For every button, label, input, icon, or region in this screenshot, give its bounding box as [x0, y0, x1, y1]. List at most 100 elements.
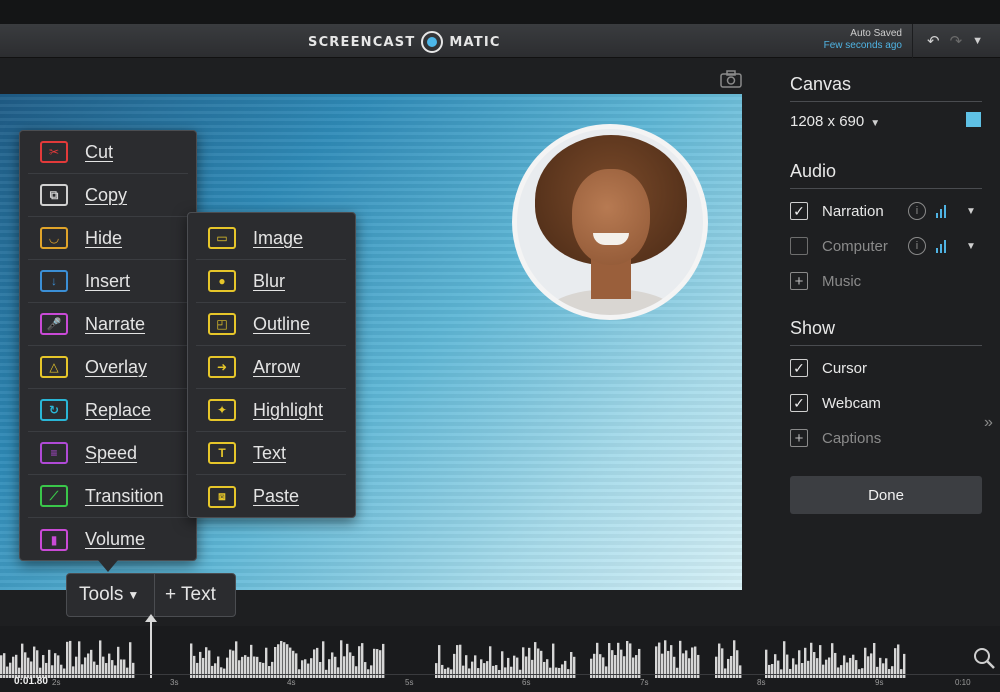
menu-item-label: Highlight: [253, 399, 324, 420]
saved-time-label: Few seconds ago: [823, 40, 902, 51]
webcam-overlay[interactable]: [512, 124, 708, 320]
ruler-tick-label: 5s: [405, 678, 414, 687]
tools-menu: ✂ Cut ⧉ Copy ◡ Hide ↓ Insert 🎤 Narrate △ Overlay ↻ Re…: [19, 130, 197, 561]
menu-item-highlight[interactable]: ✦ Highlight: [196, 389, 346, 432]
menu-item-text[interactable]: T Text: [196, 432, 346, 475]
menu-item-label: Volume: [85, 529, 146, 549]
menu-item-image[interactable]: ▭ Image: [196, 217, 346, 260]
canvas-section-title: Canvas: [790, 74, 982, 102]
add-music-button[interactable]: + Music: [790, 270, 861, 292]
history-dropdown-icon[interactable]: ▼: [972, 35, 983, 47]
save-status: Auto Saved Few seconds ago: [824, 28, 902, 52]
insert-icon: ↓: [40, 270, 68, 292]
redo-icon[interactable]: ↷: [950, 32, 963, 50]
menu-item-speed[interactable]: ≡ Speed: [28, 432, 188, 475]
audio-level-icon[interactable]: [936, 204, 950, 218]
brand-right-text: MATIC: [449, 34, 501, 50]
canvas-color-swatch[interactable]: [966, 112, 981, 127]
menu-item-insert[interactable]: ↓ Insert: [28, 260, 188, 303]
tools-label: Tools: [79, 584, 124, 605]
webcam-toggle[interactable]: ✓ Webcam: [790, 392, 881, 414]
menu-item-label: Speed: [85, 442, 138, 463]
menu-item-replace[interactable]: ↻ Replace: [28, 389, 188, 432]
checkbox-checked-icon[interactable]: ✓: [790, 359, 808, 377]
transition-icon: ⟋: [40, 485, 68, 507]
menu-item-label: Outline: [253, 313, 311, 334]
overlay-icon: △: [40, 356, 68, 378]
menu-item-label: Insert: [85, 270, 131, 291]
ruler-tick-label: 0:10: [955, 678, 971, 687]
app-logo: SCREENCAST MATIC: [308, 31, 501, 53]
menu-item-transition[interactable]: ⟋ Transition: [28, 475, 188, 518]
checkbox-checked-icon[interactable]: ✓: [790, 202, 808, 220]
info-icon[interactable]: i: [908, 237, 926, 255]
auto-saved-label: Auto Saved: [850, 28, 902, 39]
speed-icon: ≡: [40, 442, 68, 464]
tools-toolbar: Tools ▼ + Text: [66, 573, 236, 617]
narration-dropdown-icon[interactable]: ▼: [966, 206, 976, 217]
undo-icon[interactable]: ↶: [927, 32, 940, 50]
menu-item-label: Image: [253, 227, 304, 248]
overlay-submenu: ▭ Image ● Blur ◰ Outline ➜ Arrow ✦ Highlight T Text…: [187, 212, 356, 518]
menu-item-blur[interactable]: ● Blur: [196, 260, 346, 303]
info-icon[interactable]: i: [908, 202, 926, 220]
playhead[interactable]: [150, 620, 152, 678]
menu-item-volume[interactable]: ▮ Volume: [28, 518, 188, 561]
audio-level-icon[interactable]: [936, 239, 950, 253]
playhead-handle[interactable]: [145, 614, 157, 622]
menu-item-label: Overlay: [85, 356, 148, 377]
narration-toggle[interactable]: ✓ Narration: [790, 200, 884, 222]
canvas-size-value: 1208 x 690: [790, 113, 865, 130]
checkbox-unchecked-icon[interactable]: [790, 237, 808, 255]
music-label: Music: [822, 272, 862, 290]
zoom-icon[interactable]: [972, 646, 996, 670]
menu-item-label: Blur: [253, 270, 286, 291]
arrow-icon: ➜: [208, 356, 236, 378]
add-text-button[interactable]: + Text: [155, 584, 216, 606]
done-button[interactable]: Done: [790, 476, 982, 514]
highlight-icon: ✦: [208, 399, 236, 421]
add-captions-button[interactable]: + Captions: [790, 427, 881, 449]
menu-item-label: Replace: [85, 399, 152, 420]
cursor-toggle[interactable]: ✓ Cursor: [790, 357, 867, 379]
blur-icon: ●: [208, 270, 236, 292]
properties-panel: Canvas 1208 x 690 ▼ Audio ✓ Narration i ▼…: [772, 58, 1000, 626]
camera-icon[interactable]: [720, 70, 742, 88]
ruler-tick-label: 4s: [287, 678, 296, 687]
cursor-label: Cursor: [822, 359, 868, 377]
tools-button[interactable]: Tools ▼: [67, 574, 155, 616]
menu-item-narrate[interactable]: 🎤 Narrate: [28, 303, 188, 346]
menu-item-copy[interactable]: ⧉ Copy: [28, 174, 188, 217]
menu-item-label: Arrow: [253, 356, 301, 377]
menu-item-arrow[interactable]: ➜ Arrow: [196, 346, 346, 389]
paste-icon: ⧈: [208, 485, 236, 508]
computer-dropdown-icon[interactable]: ▼: [966, 241, 976, 252]
plus-icon: +: [790, 272, 808, 290]
time-ruler[interactable]: 2s 3s 4s 5s 6s 7s 8s 9s 0:10: [0, 674, 1000, 692]
webcam-label: Webcam: [822, 394, 881, 412]
chevron-down-icon: ▼: [127, 588, 140, 602]
computer-audio-toggle[interactable]: Computer: [790, 235, 888, 257]
hide-icon: ◡: [40, 227, 68, 249]
computer-label: Computer: [822, 237, 888, 255]
tools-menu-pointer: [98, 560, 118, 572]
menu-item-cut[interactable]: ✂ Cut: [28, 131, 188, 174]
checkbox-checked-icon[interactable]: ✓: [790, 394, 808, 412]
menu-item-overlay[interactable]: △ Overlay: [28, 346, 188, 389]
captions-label: Captions: [822, 429, 882, 447]
menu-item-hide[interactable]: ◡ Hide: [28, 217, 188, 260]
microphone-icon: 🎤: [40, 313, 68, 335]
chevron-right-icon[interactable]: »: [984, 414, 993, 432]
menu-item-label: Hide: [85, 227, 123, 248]
show-section-title: Show: [790, 318, 982, 346]
menu-item-outline[interactable]: ◰ Outline: [196, 303, 346, 346]
plus-icon: +: [790, 429, 808, 447]
audio-waveform[interactable]: [0, 634, 970, 678]
canvas-size-dropdown[interactable]: 1208 x 690 ▼: [790, 113, 880, 130]
menu-item-label: Copy: [85, 184, 128, 205]
ruler-tick-label: 9s: [875, 678, 884, 687]
history-controls: ↶ ↷ ▼: [912, 24, 1000, 58]
menu-item-paste[interactable]: ⧈ Paste: [196, 475, 346, 518]
ruler-tick-label: 2s: [52, 678, 61, 687]
menu-item-label: Transition: [85, 485, 164, 506]
